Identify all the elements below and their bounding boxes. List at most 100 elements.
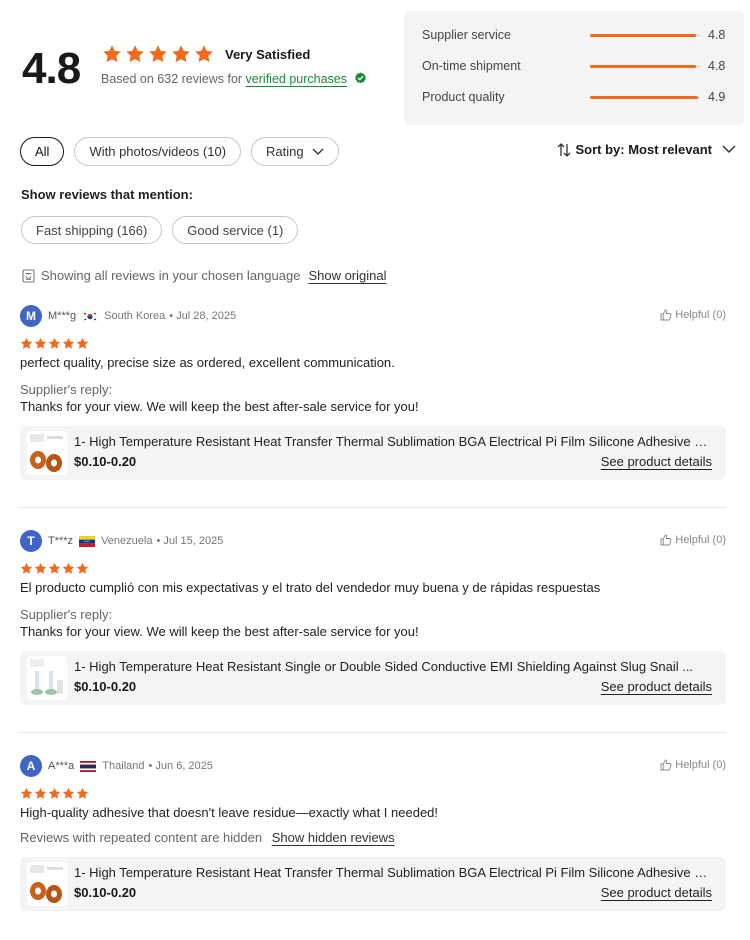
reviewer-name: A***a (48, 760, 75, 772)
reviewer-country: Thailand (102, 760, 145, 772)
helpful-count: Helpful (0) (675, 534, 726, 546)
review-item: T T***z Venezuela • Jul 15, 2025 Helpful… (20, 530, 726, 705)
review-text: El producto cumplió con mis expectativas… (20, 580, 601, 595)
product-title[interactable]: 1- High Temperature Resistant Heat Trans… (74, 434, 714, 449)
divider (20, 507, 726, 508)
mention-chip-fast-shipping[interactable]: Fast shipping (166) (21, 216, 163, 244)
star-icon (76, 337, 89, 349)
mentions-title: Show reviews that mention: (21, 187, 193, 202)
star-icon (126, 45, 144, 62)
thumbs-up-icon (660, 309, 672, 321)
product-price: $0.10-0.20 (74, 885, 137, 900)
star-icon (195, 45, 213, 62)
mention-chip-good-service[interactable]: Good service (1) (172, 216, 299, 244)
review-item: A A***a Thailand • Jun 6, 2025 Helpful (… (20, 755, 726, 911)
south-korea-flag-icon (82, 310, 99, 322)
star-icon (172, 45, 190, 62)
review-date: • Jun 6, 2025 (148, 760, 213, 772)
rating-value: 4.9 (708, 90, 726, 104)
avatar: M (20, 305, 42, 327)
overall-stars: Very Satisfied (102, 44, 310, 64)
product-card[interactable]: 1- High Temperature Heat Resistant Singl… (20, 651, 726, 705)
star-icon (103, 45, 121, 62)
hidden-reviews-note: Reviews with repeated content are hidden… (20, 830, 726, 845)
product-card[interactable]: 1- High Temperature Resistant Heat Trans… (20, 426, 726, 480)
show-hidden-reviews-link[interactable]: Show hidden reviews (272, 830, 395, 845)
reviewer-name: M***g (48, 310, 77, 322)
thumbs-up-icon (660, 759, 672, 771)
rating-bar-fill (590, 64, 696, 68)
avatar: T (20, 530, 42, 552)
filter-all-button[interactable]: All (20, 137, 65, 166)
star-icon (149, 45, 167, 62)
reviewer-country: South Korea (104, 310, 166, 322)
rating-breakdown-panel: Supplier service 4.8 On-time shipment 4.… (404, 11, 744, 125)
supplier-reply-text: Thanks for your view. We will keep the b… (20, 624, 419, 639)
star-icon (34, 787, 47, 799)
translate-icon (22, 268, 35, 283)
filter-rating-dropdown[interactable]: Rating (251, 137, 339, 166)
rating-row-product-quality: Product quality 4.9 (422, 87, 732, 107)
thailand-flag-icon (80, 760, 97, 772)
helpful-count: Helpful (0) (675, 309, 726, 321)
helpful-button[interactable]: Helpful (0) (660, 534, 726, 546)
language-note: Showing all reviews in your chosen langu… (41, 268, 301, 283)
rating-label: Product quality (422, 90, 505, 104)
review-header: M M***g South Korea • Jul 28, 2025 Helpf… (20, 305, 726, 327)
rating-summary: 4.8 Very Satisfied Based on 632 reviews … (20, 28, 400, 108)
star-icon (48, 562, 61, 574)
star-icon (20, 337, 33, 349)
product-title[interactable]: 1- High Temperature Heat Resistant Singl… (74, 659, 714, 674)
star-icon (48, 787, 61, 799)
rating-row-on-time-shipment: On-time shipment 4.8 (422, 56, 732, 76)
rating-bar-fill (590, 95, 698, 99)
filter-rating-label: Rating (266, 144, 304, 159)
star-icon (20, 787, 33, 799)
star-icon (62, 787, 75, 799)
star-icon (34, 337, 47, 349)
helpful-button[interactable]: Helpful (0) (660, 309, 726, 321)
divider (20, 732, 726, 733)
review-header: T T***z Venezuela • Jul 15, 2025 Helpful… (20, 530, 726, 552)
satisfaction-label: Very Satisfied (225, 46, 311, 62)
helpful-count: Helpful (0) (675, 759, 726, 771)
verified-check-icon (355, 72, 367, 84)
see-product-details-link[interactable]: See product details (601, 885, 712, 900)
helpful-button[interactable]: Helpful (0) (660, 759, 726, 771)
see-product-details-link[interactable]: See product details (601, 679, 712, 694)
language-note-row: Showing all reviews in your chosen langu… (22, 268, 386, 283)
reviewer-name: T***z (48, 535, 74, 547)
verified-purchases-link[interactable]: verified purchases (246, 72, 347, 86)
product-title[interactable]: 1- High Temperature Resistant Heat Trans… (74, 865, 714, 880)
product-card[interactable]: 1- High Temperature Resistant Heat Trans… (20, 857, 726, 911)
star-icon (62, 562, 75, 574)
rating-bar (590, 95, 700, 99)
review-date: • Jul 15, 2025 (156, 535, 224, 547)
review-text: High-quality adhesive that doesn't leave… (20, 805, 439, 820)
product-price: $0.10-0.20 (74, 679, 137, 694)
review-text: perfect quality, precise size as ordered… (20, 355, 395, 370)
chevron-down-icon (312, 148, 324, 155)
supplier-reply-label: Supplier's reply: (20, 607, 113, 622)
rating-row-supplier-service: Supplier service 4.8 (422, 25, 732, 45)
overall-score: 4.8 (22, 44, 81, 93)
reviewer-country: Venezuela (101, 535, 153, 547)
see-product-details-link[interactable]: See product details (601, 454, 712, 469)
mention-chips: Fast shipping (166) Good service (1) (21, 216, 308, 244)
based-on-text: Based on 632 reviews for (101, 72, 243, 86)
rating-value: 4.8 (708, 28, 726, 42)
show-original-link[interactable]: Show original (308, 268, 386, 283)
product-price: $0.10-0.20 (74, 454, 137, 469)
sort-icon (558, 142, 571, 157)
hidden-reviews-text: Reviews with repeated content are hidden (20, 830, 263, 845)
review-header: A A***a Thailand • Jun 6, 2025 Helpful (… (20, 755, 726, 777)
sort-dropdown[interactable]: Sort by: Most relevant (553, 142, 740, 157)
rating-bar (590, 33, 700, 37)
avatar: A (20, 755, 42, 777)
filter-photos-videos-button[interactable]: With photos/videos (10) (74, 137, 242, 166)
product-thumbnail (27, 656, 67, 700)
rating-value: 4.8 (708, 59, 726, 73)
rating-label: On-time shipment (422, 59, 521, 73)
product-thumbnail (27, 431, 67, 475)
star-icon (48, 337, 61, 349)
